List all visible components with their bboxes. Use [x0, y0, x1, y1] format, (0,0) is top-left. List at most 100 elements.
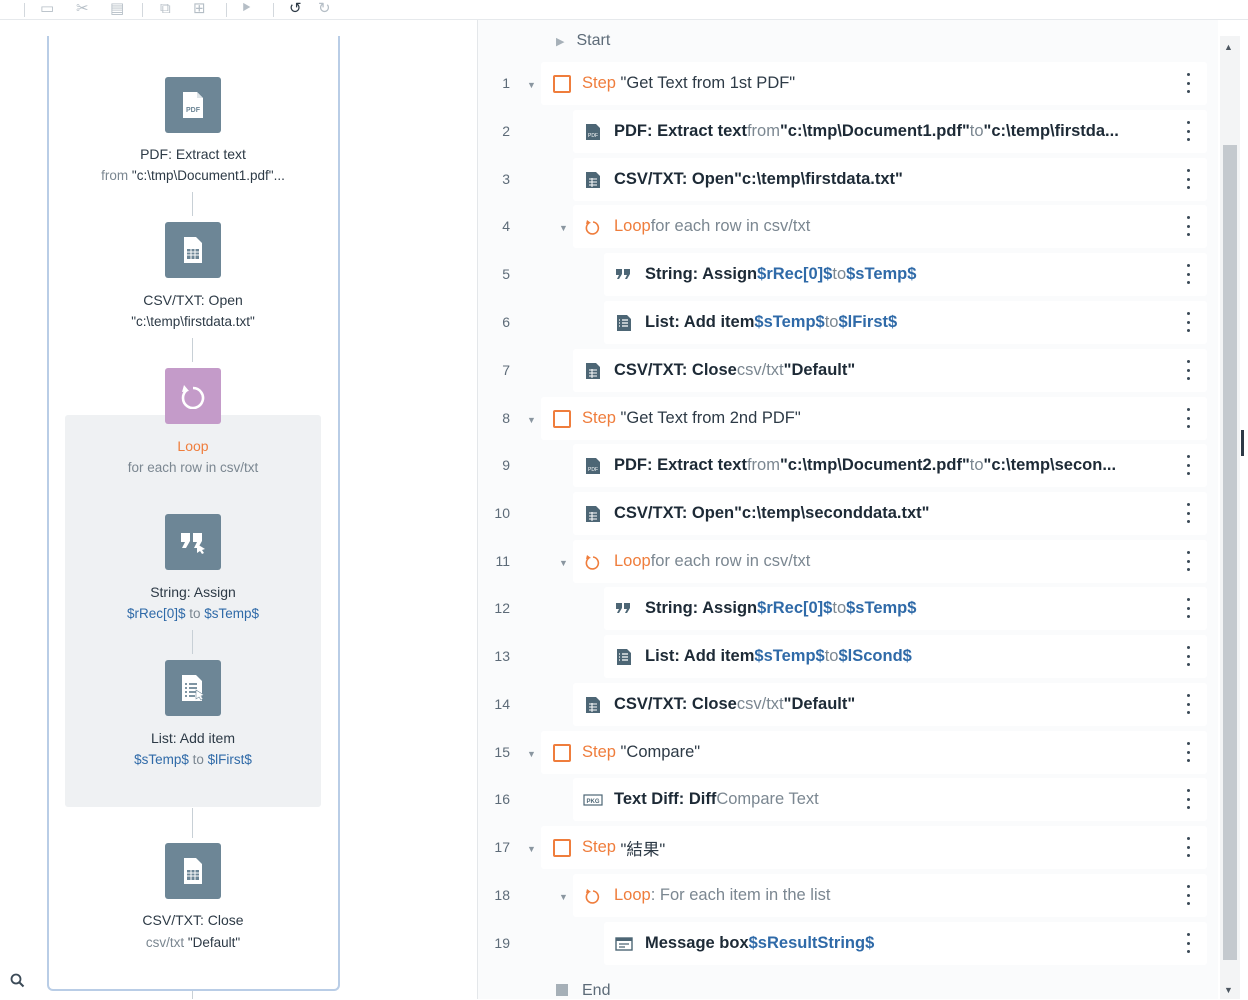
line-number: 6: [502, 314, 510, 330]
line-number: 7: [502, 362, 510, 378]
more-menu-icon[interactable]: [1185, 885, 1191, 905]
list-row-csv-open[interactable]: CSV/TXT: Open "c:\temp\seconddata.txt": [573, 492, 1207, 535]
collapse-caret-icon[interactable]: ▼: [527, 80, 536, 90]
end-marker: End: [556, 982, 610, 1000]
more-menu-icon[interactable]: [1185, 646, 1191, 666]
more-menu-icon[interactable]: [1185, 455, 1191, 475]
row-to: to: [832, 599, 847, 617]
scroll-down-icon[interactable]: ▼: [1224, 985, 1233, 995]
flow-node-subtitle: $rRec[0]$ to $sTemp$: [65, 606, 321, 621]
resize-handle[interactable]: [1241, 430, 1244, 456]
flow-node-loop[interactable]: [165, 368, 221, 424]
list-row-list-add[interactable]: List: Add item $sTemp$ to $lFirst$: [604, 301, 1207, 344]
flow-node-list-add[interactable]: [165, 660, 221, 716]
flow-connector: [192, 991, 193, 999]
more-menu-icon[interactable]: [1185, 837, 1191, 857]
more-menu-icon[interactable]: [1185, 73, 1191, 93]
undo-icon[interactable]: ↺: [289, 1, 302, 16]
collapse-caret-icon[interactable]: ▼: [527, 749, 536, 759]
collapse-caret-icon[interactable]: ▼: [559, 223, 568, 233]
list-row-loop[interactable]: Loop : For each item in the list: [573, 874, 1207, 917]
flow-node-sub-var: $rRec[0]$: [126, 606, 186, 621]
list-row-step[interactable]: Step "Get Text from 1st PDF": [541, 62, 1207, 105]
more-menu-icon[interactable]: [1185, 694, 1191, 714]
flow-node-string-assign[interactable]: [165, 514, 221, 570]
collapse-caret-icon[interactable]: ▼: [559, 558, 568, 568]
more-menu-icon[interactable]: [1185, 408, 1191, 428]
run-icon[interactable]: ⯈: [240, 1, 252, 16]
toolbar-separator: [24, 3, 25, 17]
list-row-step[interactable]: Step "Compare": [541, 731, 1207, 774]
row-to: to: [969, 456, 984, 474]
scrollbar-thumb[interactable]: [1223, 145, 1237, 960]
step-icon: [553, 743, 571, 762]
flow-node-subtitle: "c:\temp\firstdata.txt": [65, 314, 321, 329]
row-text: for each row in csv/txt: [650, 217, 811, 235]
row-variable: $rRec[0]$: [757, 265, 833, 283]
list-row-csv-close[interactable]: CSV/TXT: Close csv/txt "Default": [573, 683, 1207, 726]
more-menu-icon[interactable]: [1185, 933, 1191, 953]
flow-node-pdf-extract[interactable]: PDF: [165, 77, 221, 133]
list-row-list-add[interactable]: List: Add item $sTemp$ to $lScond$: [604, 635, 1207, 678]
more-menu-icon[interactable]: [1185, 216, 1191, 236]
list-row-message-box[interactable]: Message box $sResultString$: [604, 922, 1207, 965]
cut-icon[interactable]: ✂: [76, 1, 89, 16]
toolbar: ▭ ✂ ▤ ⧉ ⊞ ⯈ ↺ ↻: [0, 0, 1248, 20]
collapse-caret-icon[interactable]: ▼: [527, 415, 536, 425]
list-row-text-diff[interactable]: PKG Text Diff: Diff Compare Text: [573, 778, 1207, 821]
row-to: to: [824, 313, 839, 331]
more-menu-icon[interactable]: [1185, 789, 1191, 809]
new-icon[interactable]: ▭: [40, 1, 54, 16]
flow-node-csv-close[interactable]: [165, 843, 221, 899]
row-variable: $lFirst$: [838, 313, 898, 331]
more-menu-icon[interactable]: [1185, 264, 1191, 284]
more-menu-icon[interactable]: [1185, 121, 1191, 141]
row-to: to: [824, 647, 839, 665]
flow-node-csv-open[interactable]: [165, 222, 221, 278]
more-menu-icon[interactable]: [1185, 169, 1191, 189]
list-row-loop[interactable]: Loop for each row in csv/txt: [573, 205, 1207, 248]
collapse-caret-icon[interactable]: ▼: [559, 892, 568, 902]
flow-node-subtitle: $sTemp$ to $lFirst$: [65, 752, 321, 767]
delete-icon[interactable]: ▤: [110, 1, 124, 16]
flow-node-title: Loop: [177, 438, 209, 454]
row-variable: $sTemp$: [754, 647, 825, 665]
copy-icon[interactable]: ⧉: [160, 1, 171, 16]
more-menu-icon[interactable]: [1185, 742, 1191, 762]
collapse-caret-icon[interactable]: ▼: [527, 844, 536, 854]
list-row-string-assign[interactable]: String: Assign $rRec[0]$ to $sTemp$: [604, 587, 1207, 630]
list-row-csv-close[interactable]: CSV/TXT: Close csv/txt "Default": [573, 349, 1207, 392]
list-row-step[interactable]: Step "結果": [541, 826, 1207, 869]
search-icon[interactable]: [10, 973, 26, 989]
loop-icon: [181, 385, 205, 409]
list-row-string-assign[interactable]: String: Assign $rRec[0]$ to $sTemp$: [604, 253, 1207, 296]
row-keyword: CSV/TXT: Close: [614, 361, 737, 379]
svg-text:PKG: PKG: [586, 799, 599, 805]
toolbar-separator: [226, 3, 227, 17]
step-icon: [553, 74, 571, 93]
row-text: csv/txt: [736, 695, 784, 713]
redo-icon[interactable]: ↻: [318, 1, 331, 16]
row-keyword: Loop: [614, 217, 651, 235]
list-row-step[interactable]: Step "Get Text from 2nd PDF": [541, 397, 1207, 440]
file-icon: [184, 237, 202, 263]
list-row-pdf-extract[interactable]: PDF PDF: Extract text from "c:\tmp\Docum…: [573, 444, 1207, 487]
toolbar-separator: [142, 3, 143, 17]
list-row-csv-open[interactable]: CSV/TXT: Open "c:\temp\firstdata.txt": [573, 158, 1207, 201]
more-menu-icon[interactable]: [1185, 360, 1191, 380]
list-row-loop[interactable]: Loop for each row in csv/txt: [573, 540, 1207, 583]
flow-node-title: PDF: Extract text: [140, 146, 246, 162]
more-menu-icon[interactable]: [1185, 503, 1191, 523]
row-keyword: Loop: [614, 552, 651, 570]
row-variable: $sTemp$: [846, 599, 917, 617]
line-number: 14: [494, 696, 510, 712]
more-menu-icon[interactable]: [1185, 551, 1191, 571]
row-to: to: [969, 122, 984, 140]
list-row-pdf-extract[interactable]: PDF PDF: Extract text from "c:\tmp\Docum…: [573, 110, 1207, 153]
loop-icon: [583, 886, 603, 906]
paste-icon[interactable]: ⊞: [193, 1, 206, 16]
scroll-up-icon[interactable]: ▲: [1224, 42, 1233, 52]
row-keyword: Loop: [614, 886, 651, 904]
more-menu-icon[interactable]: [1185, 312, 1191, 332]
more-menu-icon[interactable]: [1185, 598, 1191, 618]
